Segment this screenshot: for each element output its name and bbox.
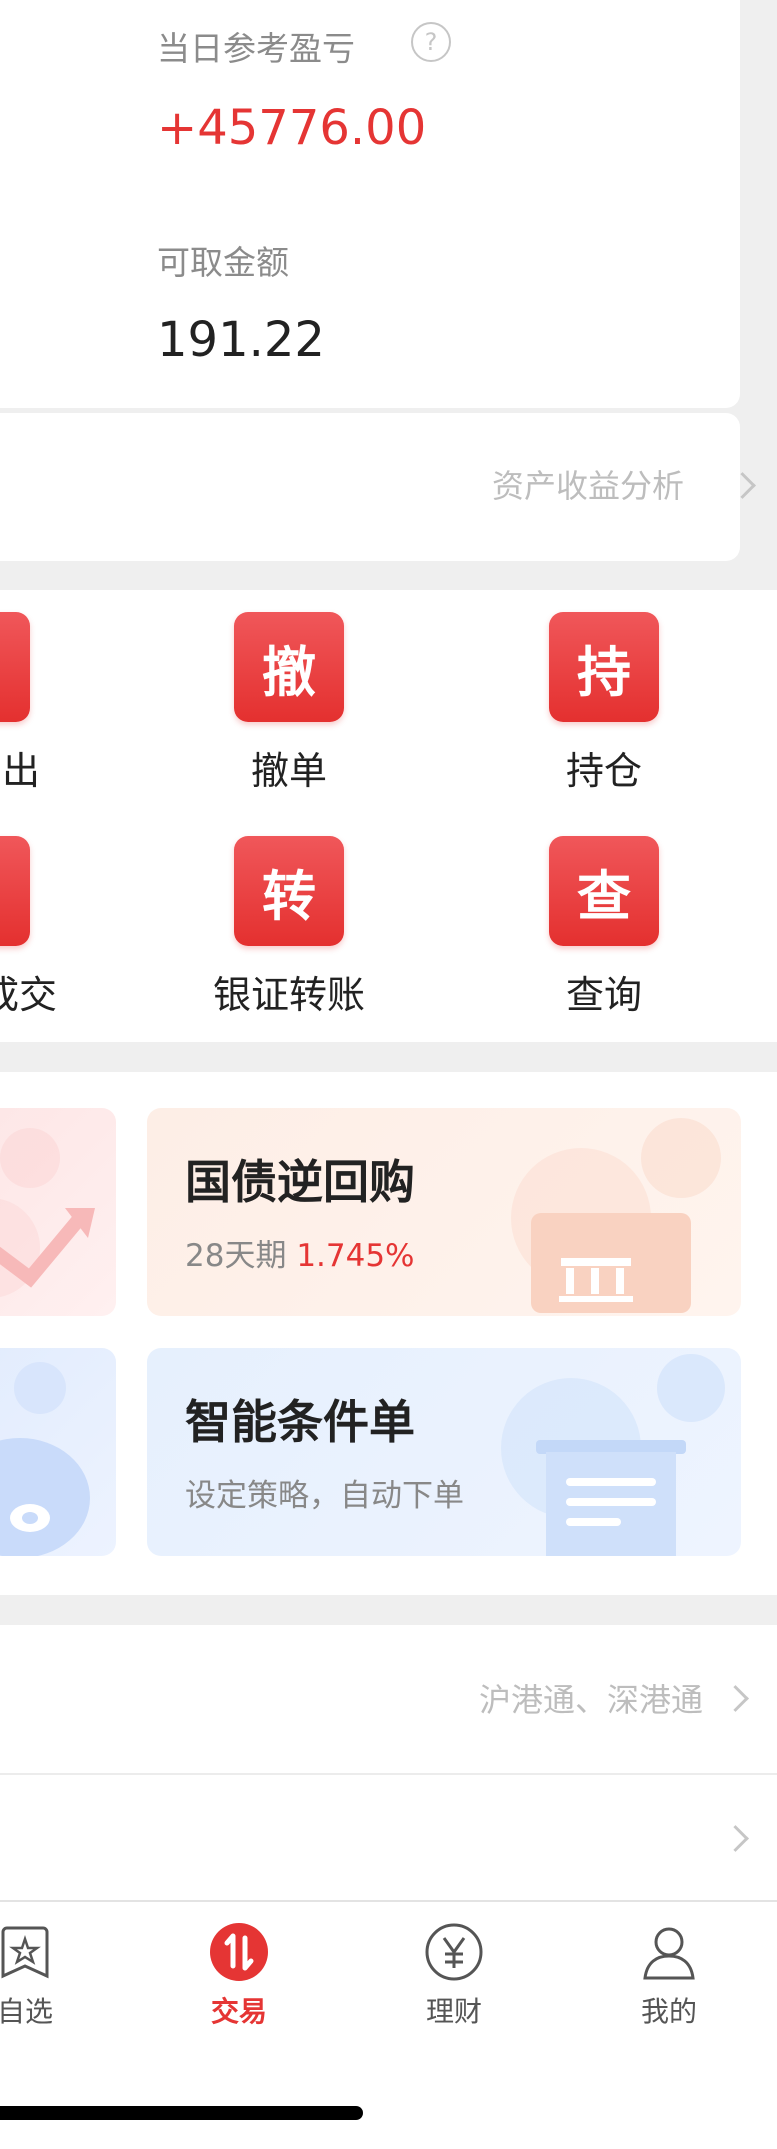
smart-order-card[interactable]: 智能条件单 设定策略，自动下单 <box>147 1348 741 1556</box>
star-icon <box>1 1926 49 1979</box>
tab-label: 交易 <box>210 1995 267 2028</box>
bond-repo-rate: 1.745% <box>296 1238 415 1274</box>
available-label: 可取金额 <box>157 243 289 282</box>
person-icon <box>643 1927 695 1980</box>
smart-order-subtitle: 设定策略，自动下单 <box>185 1478 464 1514</box>
tab-label: 理财 <box>425 1995 482 2028</box>
help-icon[interactable]: ? <box>411 22 451 62</box>
bank-transfer-label[interactable]: 银证转账 <box>179 964 399 1019</box>
smart-order-title: 智能条件单 <box>185 1395 415 1449</box>
trade-icon <box>210 1923 268 1981</box>
function-grid: 出 成交 撤 撤单 持 持仓 转 银证转账 查 查询 <box>0 590 777 1042</box>
bank-transfer-icon[interactable]: 转 <box>234 836 344 946</box>
tab-watchlist[interactable]: 自选 <box>0 1922 105 2030</box>
promo-card-partial[interactable] <box>0 1348 116 1556</box>
chart-arrow-icon <box>0 1128 95 1297</box>
func-label-partial: 出 <box>1 749 40 793</box>
document-list-icon <box>501 1354 725 1556</box>
yen-icon <box>425 1923 483 1981</box>
query-label[interactable]: 查询 <box>494 964 714 1019</box>
market-link-list: 沪港通、深港通 <box>0 1625 777 1900</box>
pnl-value: +45776.00 <box>157 100 427 156</box>
list-row[interactable] <box>0 1775 777 1900</box>
promo-card-partial[interactable] <box>0 1108 116 1316</box>
bond-repo-title: 国债逆回购 <box>185 1155 415 1209</box>
trade-page: 当日参考盈亏 ? +45776.00 可取金额 191.22 资产收益分析 出 … <box>0 0 777 2149</box>
func-label-partial: 成交 <box>0 973 57 1017</box>
bond-repo-subtitle: 28天期 1.745% <box>185 1230 415 1275</box>
chevron-right-icon <box>722 1825 749 1852</box>
positions-label[interactable]: 持仓 <box>494 740 714 795</box>
bond-repo-term: 28天期 <box>185 1238 287 1274</box>
func-icon-partial-deal[interactable] <box>0 836 30 946</box>
bond-repo-card[interactable]: 国债逆回购 28天期 1.745% <box>147 1108 741 1316</box>
asset-analysis-row[interactable]: 资产收益分析 <box>0 413 740 561</box>
home-indicator[interactable] <box>0 2106 363 2120</box>
func-icon-partial-sell[interactable] <box>0 612 30 722</box>
chevron-right-icon <box>722 1685 749 1712</box>
query-icon[interactable]: 查 <box>549 836 659 946</box>
tab-mine[interactable]: 我的 <box>589 1922 749 2030</box>
tab-label: 我的 <box>640 1995 697 2028</box>
tab-trade[interactable]: 交易 <box>159 1922 319 2030</box>
promo-section: 国债逆回购 28天期 1.745% 智能条件单 设定策略，自动下单 <box>0 1072 777 1595</box>
asset-analysis-link[interactable]: 资产收益分析 <box>492 461 684 507</box>
hk-connect-link[interactable]: 沪港通、深港通 <box>479 1675 703 1721</box>
asset-summary-card <box>0 0 740 408</box>
tab-wealth[interactable]: 理财 <box>374 1922 534 2030</box>
money-bag-icon <box>0 1362 90 1556</box>
positions-icon[interactable]: 持 <box>549 612 659 722</box>
hk-connect-row[interactable]: 沪港通、深港通 <box>0 1625 777 1773</box>
bank-building-icon <box>511 1118 721 1313</box>
tab-label: 自选 <box>0 1995 53 2028</box>
cancel-order-icon[interactable]: 撤 <box>234 612 344 722</box>
available-value: 191.22 <box>157 312 325 368</box>
cancel-order-label[interactable]: 撤单 <box>179 740 399 795</box>
pnl-label: 当日参考盈亏 <box>157 29 355 68</box>
